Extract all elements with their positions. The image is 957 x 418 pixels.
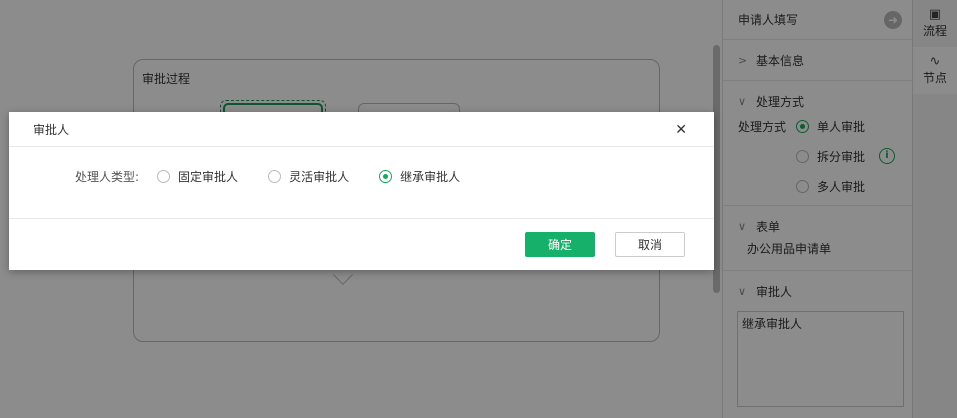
confirm-button[interactable]: 确定 bbox=[525, 231, 595, 257]
dialog-header: 审批人 ✕ bbox=[9, 112, 714, 147]
radio-inherit[interactable] bbox=[379, 170, 393, 183]
dialog-footer: 确定 取消 bbox=[9, 219, 714, 269]
option-label: 继承审批人 bbox=[400, 170, 461, 184]
dialog-body: 处理人类型: 固定审批人 灵活审批人 继承审批人 bbox=[9, 147, 714, 219]
handler-type-label: 处理人类型: bbox=[75, 170, 140, 184]
dialog-title: 审批人 bbox=[33, 122, 70, 137]
option-inherit-approver[interactable]: 继承审批人 bbox=[379, 168, 460, 185]
cancel-button[interactable]: 取消 bbox=[615, 231, 685, 257]
option-label: 固定审批人 bbox=[178, 170, 239, 184]
radio-fixed[interactable] bbox=[157, 170, 171, 183]
option-label: 灵活审批人 bbox=[289, 170, 350, 184]
approver-dialog: 审批人 ✕ 处理人类型: 固定审批人 灵活审批人 继承审批人 确定 取消 bbox=[9, 112, 714, 270]
radio-flexible[interactable] bbox=[268, 170, 282, 183]
option-fixed-approver[interactable]: 固定审批人 bbox=[157, 168, 238, 185]
option-flexible-approver[interactable]: 灵活审批人 bbox=[268, 168, 349, 185]
close-icon[interactable]: ✕ bbox=[675, 122, 687, 138]
